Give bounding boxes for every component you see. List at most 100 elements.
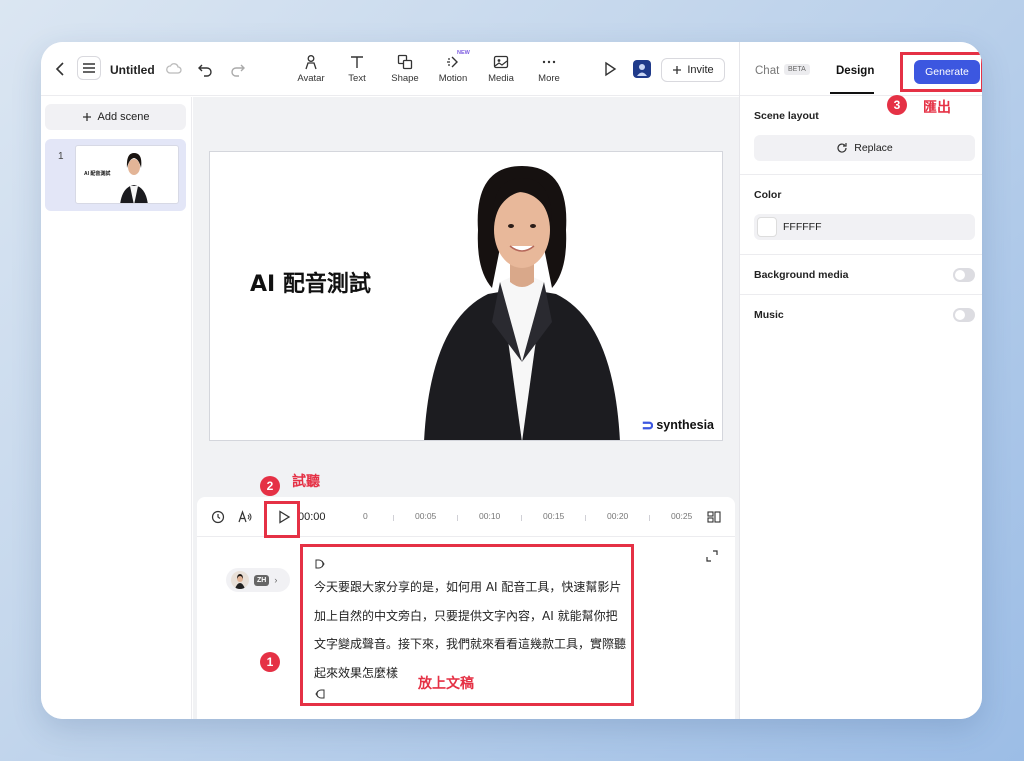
- tick-label: 00:20: [607, 511, 629, 521]
- step-1-marker: 1: [260, 652, 280, 672]
- plus-icon: [82, 113, 91, 121]
- scene-item-1[interactable]: 1 AI 配音測試: [45, 139, 186, 211]
- music-section: Music: [740, 295, 982, 335]
- more-icon: [542, 60, 556, 64]
- timeline-ruler[interactable]: 0 00:05 00:10 00:15 00:20 00:25: [353, 497, 698, 537]
- tool-media[interactable]: Media: [479, 52, 523, 88]
- tool-motion[interactable]: NEW Motion: [431, 50, 475, 88]
- motion-icon: [447, 56, 458, 68]
- preview-play-icon[interactable]: [602, 61, 618, 77]
- background-media-label: Background media: [754, 269, 849, 281]
- cloud-sync-icon: [165, 60, 183, 78]
- synthesia-logo: synthesia: [640, 418, 714, 432]
- tick-mark: [457, 515, 458, 521]
- tick-label: 0: [363, 511, 368, 521]
- script-line: 加上自然的中文旁白，只要提供文字內容，AI 就能幫你把: [314, 608, 618, 623]
- project-title[interactable]: Untitled: [110, 63, 155, 77]
- tick-label: 00:05: [415, 511, 437, 521]
- top-toolbar: Untitled Avatar Text Shape NEW Motion Me…: [41, 42, 739, 96]
- language-badge: ZH: [254, 574, 270, 586]
- avatar-figure[interactable]: [210, 152, 723, 441]
- tool-avatar-label: Avatar: [297, 73, 325, 84]
- step-1-label: 放上文稿: [418, 676, 474, 692]
- tick-mark: [649, 515, 650, 521]
- synthesia-logo-icon: [643, 421, 654, 429]
- play-highlight-box: [264, 501, 300, 538]
- design-panel: Chat BETA Design Generate Scene layout R…: [739, 42, 982, 719]
- captions-icon[interactable]: [707, 510, 721, 524]
- beta-badge: BETA: [784, 64, 810, 75]
- tick-label: 00:15: [543, 511, 565, 521]
- new-badge: NEW: [457, 50, 470, 56]
- color-section: Color FFFFFF: [740, 175, 982, 255]
- scene-layout-label: Scene layout: [754, 110, 819, 122]
- invite-button[interactable]: Invite: [661, 58, 725, 82]
- tab-chat[interactable]: Chat: [755, 65, 779, 77]
- clock-icon[interactable]: [211, 510, 225, 524]
- refresh-icon: [837, 143, 847, 153]
- plus-icon: [673, 66, 682, 74]
- add-scene-button[interactable]: Add scene: [45, 104, 186, 130]
- tick-mark: [393, 515, 394, 521]
- script-line: 今天要跟大家分享的是，如何用 AI 配音工具，快速幫影片: [314, 580, 622, 594]
- voice-avatar: [231, 571, 249, 589]
- active-tab-indicator: [830, 92, 874, 94]
- background-media-toggle[interactable]: [953, 268, 975, 282]
- tab-design[interactable]: Design: [836, 65, 874, 77]
- panel-tabs: Chat BETA Design Generate: [740, 42, 982, 96]
- shape-icon: [397, 54, 413, 70]
- text-icon: [351, 56, 363, 68]
- redo-icon[interactable]: [230, 61, 246, 77]
- background-media-section: Background media: [740, 255, 982, 295]
- tick-label: 00:10: [479, 511, 501, 521]
- add-scene-label: Add scene: [97, 111, 150, 123]
- editor-window: Untitled Avatar Text Shape NEW Motion Me…: [41, 42, 982, 719]
- expand-icon[interactable]: [706, 550, 718, 562]
- tool-text[interactable]: Text: [335, 52, 379, 88]
- generate-button[interactable]: Generate: [914, 60, 980, 84]
- color-label: Color: [754, 189, 782, 201]
- menu-button[interactable]: [77, 56, 101, 80]
- tool-motion-label: Motion: [438, 73, 468, 84]
- step-2-label: 試聽: [292, 474, 320, 490]
- tick-label: 00:25: [671, 511, 693, 521]
- tool-shape[interactable]: Shape: [383, 52, 427, 88]
- step-3-marker: 3: [887, 95, 907, 115]
- scene-number: 1: [58, 151, 64, 162]
- tick-mark: [585, 515, 586, 521]
- music-label: Music: [754, 309, 784, 321]
- avatar-thumbnail-figure: [120, 153, 148, 203]
- color-swatch[interactable]: [757, 217, 777, 237]
- avatar-icon: [305, 55, 317, 70]
- synthesia-logo-text: synthesia: [656, 418, 714, 432]
- script-line: 起來效果怎麼樣: [314, 665, 399, 680]
- music-toggle[interactable]: [953, 308, 975, 322]
- canvas-area: AI 配音測試 synthesia: [193, 97, 739, 497]
- step-2-marker: 2: [260, 476, 280, 496]
- tool-shape-label: Shape: [391, 73, 419, 84]
- generate-highlight-box: Generate: [900, 52, 982, 92]
- replace-button[interactable]: Replace: [754, 135, 975, 161]
- script-start-icon: [315, 559, 325, 569]
- hamburger-icon: [83, 63, 95, 73]
- back-chevron-icon[interactable]: [53, 60, 69, 78]
- scene-sidebar: Add scene 1 AI 配音測試: [41, 97, 192, 719]
- voice-selector[interactable]: ZH ›: [226, 568, 290, 592]
- tool-more-label: More: [538, 73, 560, 84]
- script-end-icon: [315, 689, 325, 699]
- script-text[interactable]: 今天要跟大家分享的是，如何用 AI 配音工具，快速幫影片 加上自然的中文旁白，只…: [314, 573, 634, 687]
- undo-icon[interactable]: [197, 61, 213, 77]
- ai-voice-icon[interactable]: [238, 510, 252, 524]
- tool-more[interactable]: More: [527, 52, 571, 88]
- replace-label: Replace: [854, 142, 893, 154]
- invite-label: Invite: [687, 64, 714, 76]
- tool-avatar[interactable]: Avatar: [289, 52, 333, 88]
- tick-mark: [521, 515, 522, 521]
- scene-thumbnail: AI 配音測試: [75, 145, 179, 204]
- user-avatar[interactable]: [633, 60, 651, 78]
- tool-media-label: Media: [488, 73, 514, 84]
- script-line: 文字變成聲音。接下來，我們就來看看這幾款工具，實際聽: [314, 637, 627, 651]
- slide-canvas[interactable]: AI 配音測試 synthesia: [209, 151, 723, 441]
- step-3-label: 匯出: [923, 100, 951, 116]
- color-input[interactable]: FFFFFF: [754, 214, 975, 240]
